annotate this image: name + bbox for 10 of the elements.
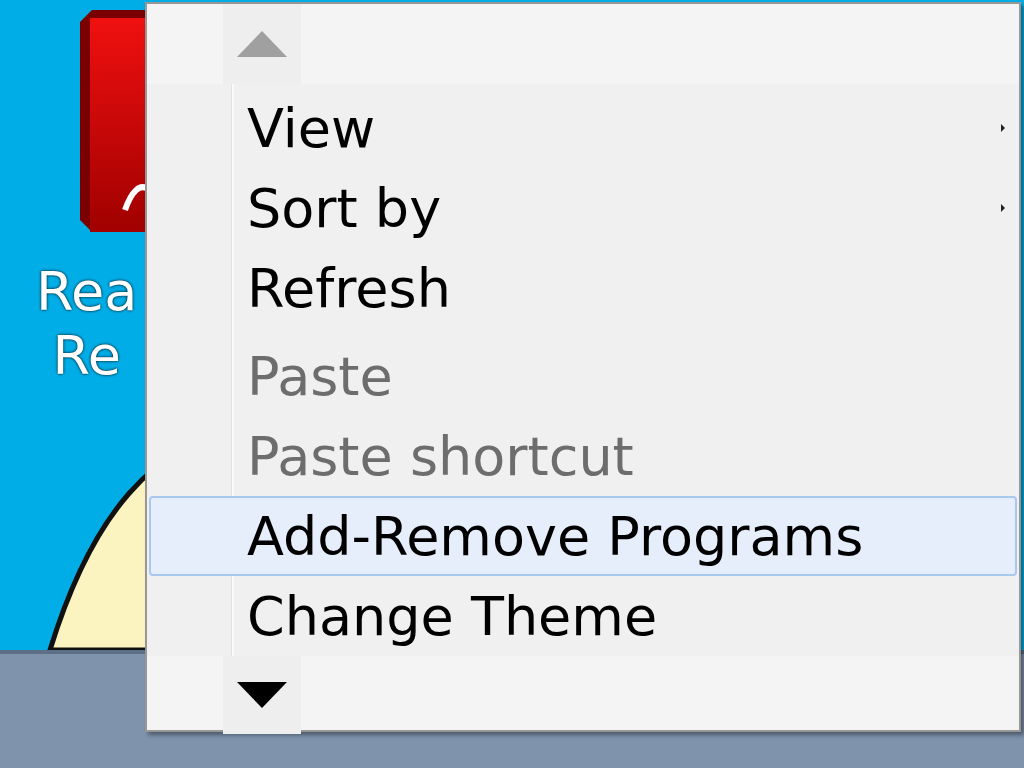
menu-item[interactable]: Sort by: [149, 168, 1017, 248]
menu-item[interactable]: Add-Remove Programs: [149, 496, 1017, 576]
menu-item[interactable]: Refresh: [149, 248, 1017, 328]
down-arrow-icon: [237, 682, 287, 708]
icon-label: Rea: [36, 260, 138, 324]
up-arrow-icon: [237, 31, 287, 57]
scroll-down-button[interactable]: [223, 656, 301, 734]
icon-label: Re: [52, 324, 121, 388]
menu-item[interactable]: View: [149, 88, 1017, 168]
menu-item[interactable]: Change Theme: [149, 576, 1017, 656]
